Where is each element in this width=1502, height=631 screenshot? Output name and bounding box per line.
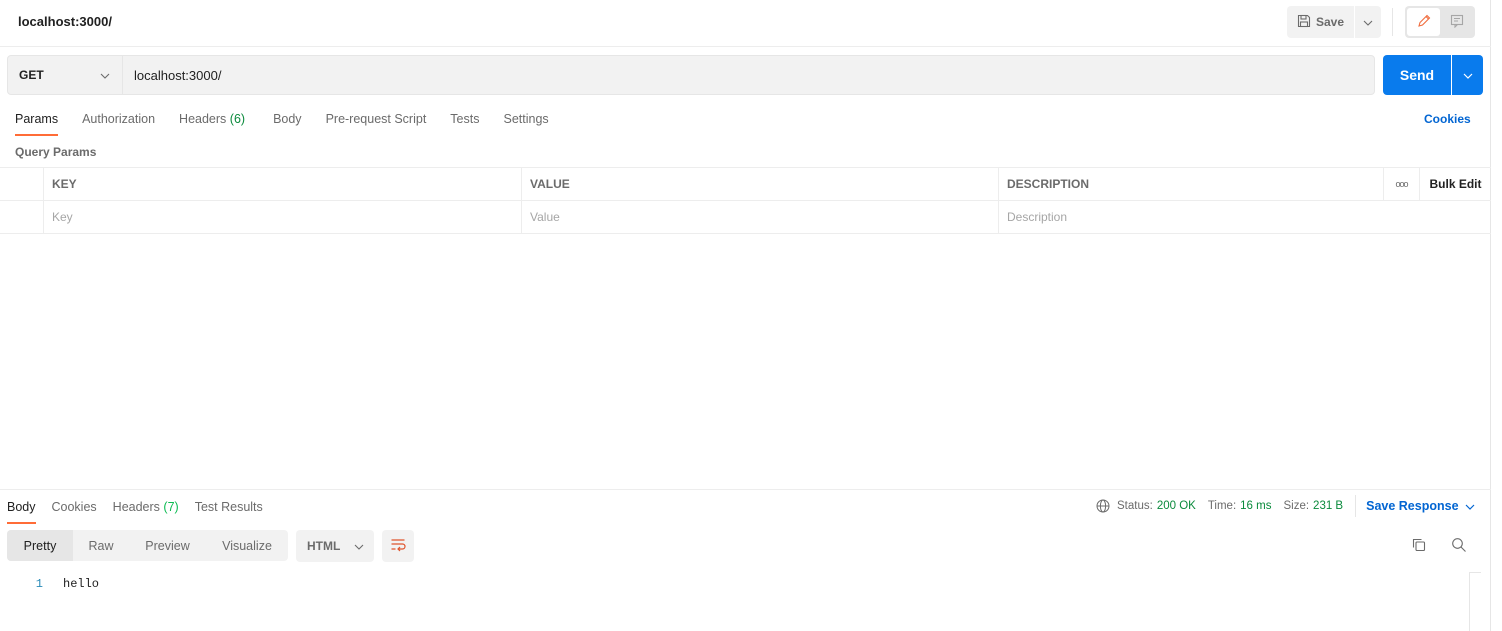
response-language-select[interactable]: HTML xyxy=(296,530,374,562)
table-row: Key Value Description xyxy=(0,201,1491,234)
divider xyxy=(1355,495,1357,517)
tab-label: Headers xyxy=(179,112,227,126)
tab-authorization[interactable]: Authorization xyxy=(82,110,155,136)
view-mode-preview[interactable]: Preview xyxy=(129,530,206,561)
tab-settings[interactable]: Settings xyxy=(503,110,548,136)
cookies-link[interactable]: Cookies xyxy=(1424,112,1471,126)
row-handle-header xyxy=(0,168,44,200)
column-header-key: KEY xyxy=(44,168,522,200)
globe-icon[interactable] xyxy=(1096,499,1110,513)
request-title[interactable]: localhost:3000/ xyxy=(18,14,112,29)
comment-icon xyxy=(1450,14,1464,31)
request-title-bar: localhost:3000/ Save xyxy=(0,0,1491,47)
tab-pre-request-script[interactable]: Pre-request Script xyxy=(326,110,427,136)
word-wrap-icon xyxy=(390,538,406,555)
column-header-description: DESCRIPTION xyxy=(999,168,1384,200)
save-response-label: Save Response xyxy=(1366,499,1459,513)
tab-label: Settings xyxy=(503,112,549,126)
tab-label: Pre-request Script xyxy=(325,112,427,126)
response-status-bar: Status: 200 OK Time: 16 ms Size: 231 B S… xyxy=(1096,495,1475,517)
save-options-button[interactable] xyxy=(1355,6,1381,38)
chevron-down-icon xyxy=(1463,68,1473,82)
chevron-down-icon xyxy=(354,539,364,553)
save-response-button[interactable]: Save Response xyxy=(1366,499,1474,513)
row-checkbox-cell xyxy=(0,201,44,233)
view-mode-raw[interactable]: Raw xyxy=(73,530,129,561)
edit-mode-button[interactable] xyxy=(1407,8,1440,36)
tab-label: Headers xyxy=(112,500,160,514)
pane-resize-divider[interactable] xyxy=(0,489,1491,490)
request-url-bar: GET localhost:3000/ xyxy=(7,55,1375,95)
chevron-down-icon xyxy=(100,68,110,82)
response-headers-count: (7) xyxy=(163,500,179,514)
column-header-value: VALUE xyxy=(522,168,999,200)
status-value[interactable]: 200 OK xyxy=(1157,500,1196,512)
tab-label: Body xyxy=(7,500,36,514)
pencil-icon xyxy=(1417,14,1431,31)
tab-label: Params xyxy=(15,112,59,126)
time-value[interactable]: 16 ms xyxy=(1240,500,1271,512)
comments-mode-button[interactable] xyxy=(1440,8,1473,36)
url-input[interactable]: localhost:3000/ xyxy=(123,56,1374,94)
divider xyxy=(1392,8,1393,36)
floppy-disk-icon xyxy=(1297,14,1311,31)
send-options-button[interactable] xyxy=(1452,55,1483,95)
status-label: Status: xyxy=(1117,500,1153,512)
word-wrap-button[interactable] xyxy=(382,530,414,562)
response-view-mode-selector: Pretty Raw Preview Visualize xyxy=(7,530,288,561)
key-input[interactable]: Key xyxy=(44,201,522,233)
description-input[interactable]: Description xyxy=(999,201,1491,233)
response-tabs: Body Cookies Headers (7) Test Results xyxy=(7,498,279,524)
copy-icon xyxy=(1411,537,1427,556)
query-params-table: KEY VALUE DESCRIPTION ooo Bulk Edit Key … xyxy=(0,167,1491,234)
tab-label: Body xyxy=(273,112,302,126)
response-scrollbar[interactable] xyxy=(1469,572,1481,631)
query-params-label: Query Params xyxy=(15,145,97,159)
response-tab-test-results[interactable]: Test Results xyxy=(195,498,263,524)
view-mode-visualize[interactable]: Visualize xyxy=(206,530,288,561)
request-tabs: Params Authorization Headers (6) Body Pr… xyxy=(15,110,573,136)
size-label: Size: xyxy=(1283,500,1310,512)
response-body-line: 1 hello xyxy=(0,574,1460,594)
size-value[interactable]: 231 B xyxy=(1313,500,1343,512)
bulk-edit-button[interactable]: Bulk Edit xyxy=(1420,168,1491,200)
chevron-down-icon xyxy=(1465,499,1475,513)
headers-count: (6) xyxy=(229,112,246,126)
send-button-group: Send xyxy=(1383,55,1483,95)
copy-response-button[interactable] xyxy=(1409,536,1429,556)
chevron-down-icon xyxy=(1363,15,1373,29)
tab-label: Test Results xyxy=(194,500,263,514)
tab-body[interactable]: Body xyxy=(273,110,302,136)
tab-label: Tests xyxy=(450,112,480,126)
method-value: GET xyxy=(19,68,44,82)
column-options-button[interactable]: ooo xyxy=(1384,168,1420,200)
save-button-group: Save xyxy=(1287,6,1381,38)
response-tab-cookies[interactable]: Cookies xyxy=(52,498,97,524)
tab-params[interactable]: Params xyxy=(15,110,59,136)
tab-tests[interactable]: Tests xyxy=(450,110,479,136)
time-label: Time: xyxy=(1207,500,1237,512)
line-number: 1 xyxy=(35,577,43,591)
search-response-button[interactable] xyxy=(1449,536,1469,556)
postman-request-page: localhost:3000/ Save GET localhost:3000/… xyxy=(0,0,1491,631)
save-label: Save xyxy=(1316,15,1345,29)
method-select[interactable]: GET xyxy=(8,56,123,94)
tab-headers[interactable]: Headers (6) xyxy=(179,110,245,136)
table-header-row: KEY VALUE DESCRIPTION ooo Bulk Edit xyxy=(0,168,1491,201)
tab-label: Cookies xyxy=(51,500,97,514)
code-text[interactable]: hello xyxy=(63,577,99,591)
search-icon xyxy=(1451,537,1467,556)
view-mode-pretty[interactable]: Pretty xyxy=(7,530,73,561)
more-options-icon: ooo xyxy=(1395,179,1408,189)
response-tab-body[interactable]: Body xyxy=(7,498,36,524)
send-button[interactable]: Send xyxy=(1383,55,1451,95)
response-tab-headers[interactable]: Headers (7) xyxy=(113,498,179,524)
tab-label: Authorization xyxy=(82,112,156,126)
editor-mode-toggle xyxy=(1405,6,1475,38)
language-value: HTML xyxy=(307,539,341,553)
value-input[interactable]: Value xyxy=(522,201,999,233)
save-button[interactable]: Save xyxy=(1287,6,1354,38)
